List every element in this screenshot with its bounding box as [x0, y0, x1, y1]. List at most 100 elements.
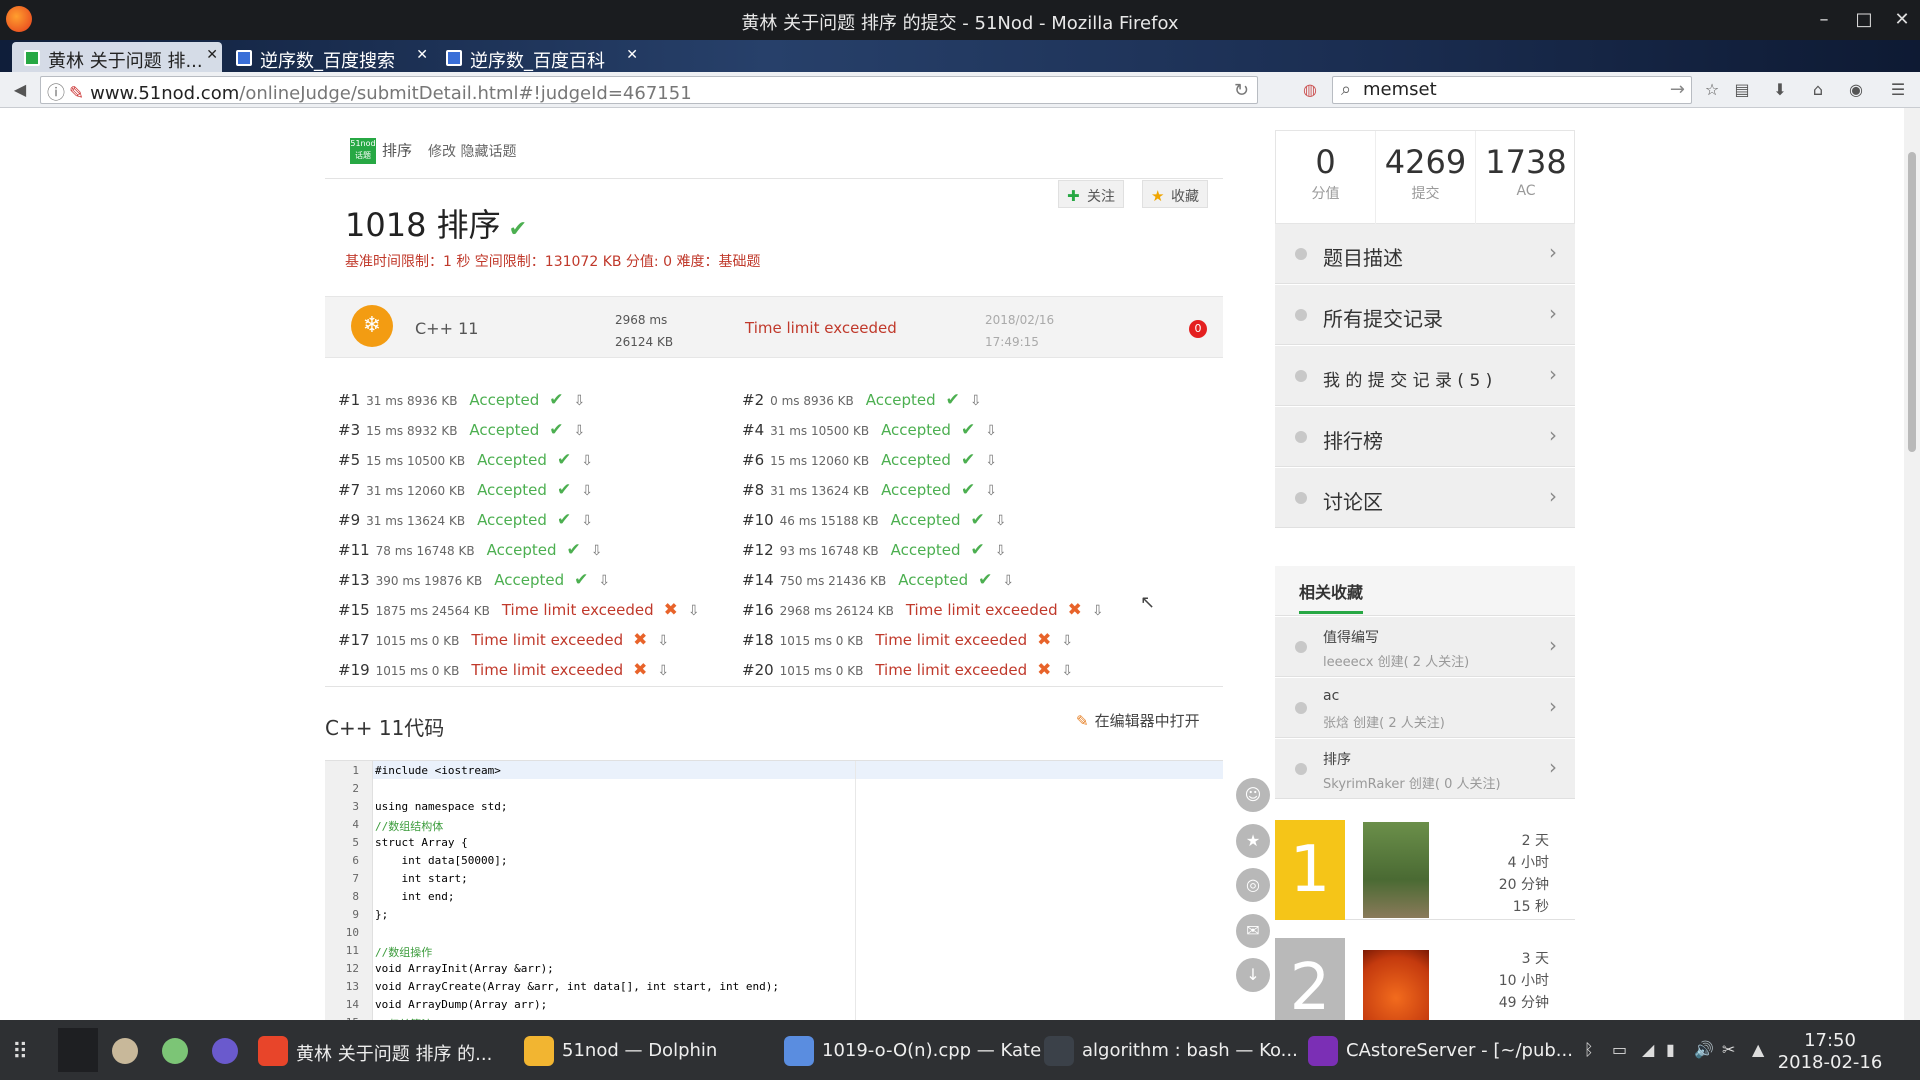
open-in-editor-link[interactable]: ✎ 在编辑器中打开	[1076, 710, 1200, 731]
task-button[interactable]: CAstoreServer - [~/pub...	[1304, 1034, 1573, 1068]
tools-icon[interactable]: ✂	[1722, 1040, 1735, 1059]
download-data-icon[interactable]: ⇩	[1061, 633, 1073, 649]
menu-ranking[interactable]: 排行榜 ›	[1275, 407, 1575, 467]
minimize-icon[interactable]: –	[1812, 8, 1836, 32]
rank-entry[interactable]: 1 2 天4 小时 20 分钟 15 秒	[1275, 820, 1575, 920]
download-data-icon[interactable]: ⇩	[574, 393, 586, 409]
tab-baidu-search[interactable]: 逆序数_百度搜索 ✕	[224, 42, 432, 72]
addon-icon[interactable]: ◍	[1300, 80, 1320, 100]
menu-all-submissions[interactable]: 所有提交记录 ›	[1275, 285, 1575, 345]
info-icon[interactable]: ⓘ	[47, 83, 65, 104]
tab-submission[interactable]: 黄林 关于问题 排... ✕	[12, 42, 222, 72]
comment-icon[interactable]: ✉	[1236, 914, 1270, 948]
download-data-icon[interactable]: ⇩	[985, 453, 997, 469]
clock[interactable]: 17:50 2018-02-16	[1770, 1030, 1890, 1074]
menu-icon[interactable]: ☰	[1888, 80, 1908, 100]
back-icon[interactable]: ◀	[10, 80, 30, 100]
fav-item[interactable]: 值得编写 leeeecx 创建( 2 人关注) ›	[1275, 617, 1575, 677]
follow-button[interactable]: ✚ 关注	[1058, 180, 1124, 208]
download-data-icon[interactable]: ⇩	[995, 543, 1007, 559]
task-button[interactable]: 1019-o-O(n).cpp — Kate	[780, 1034, 1041, 1068]
download-share-icon[interactable]: ↓	[1236, 958, 1270, 992]
chevron-right-icon: ›	[1549, 423, 1557, 447]
search-input[interactable]: ⌕ memset →	[1332, 76, 1692, 104]
testcase-number: #3	[338, 421, 361, 439]
volume-icon[interactable]: 🔊	[1694, 1040, 1714, 1059]
download-data-icon[interactable]: ⇩	[574, 423, 586, 439]
download-data-icon[interactable]: ⇩	[688, 603, 700, 619]
problem-title: 1018 排序 ✔	[345, 206, 528, 244]
task-button[interactable]: algorithm : bash — Ko...	[1040, 1034, 1298, 1068]
testcase-result: Accepted	[881, 451, 951, 469]
edit-icon: ✎	[1076, 712, 1089, 730]
bookmark-star-icon[interactable]: ☆	[1702, 80, 1722, 100]
download-data-icon[interactable]: ⇩	[985, 423, 997, 439]
avatar[interactable]: ❄	[351, 305, 393, 347]
download-data-icon[interactable]: ⇩	[995, 513, 1007, 529]
app-launcher-icon[interactable]: ⠿	[12, 1038, 42, 1068]
scrollbar-thumb[interactable]	[1908, 152, 1916, 452]
favorite-button[interactable]: ★ 收藏	[1142, 180, 1208, 208]
library-icon[interactable]: ▤	[1732, 80, 1752, 100]
quicklaunch-icon[interactable]	[212, 1038, 238, 1064]
pocket-icon[interactable]: ◉	[1846, 80, 1866, 100]
task-button[interactable]: 黄林 关于问题 排序 的...	[254, 1034, 492, 1068]
check-icon: ✔	[960, 420, 976, 440]
code-line: //数组结构体	[375, 820, 444, 833]
close-tab-icon[interactable]: ✕	[416, 47, 428, 63]
download-data-icon[interactable]: ⇩	[1002, 573, 1014, 589]
close-tab-icon[interactable]: ✕	[206, 47, 218, 63]
page-scrollbar[interactable]	[1904, 108, 1920, 1020]
pager[interactable]	[58, 1028, 98, 1072]
line-number: 6	[352, 854, 359, 867]
fav-item[interactable]: ac 张焓 创建( 2 人关注) ›	[1275, 678, 1575, 738]
home-icon[interactable]: ⌂	[1808, 80, 1828, 100]
menu-discussion[interactable]: 讨论区 ›	[1275, 468, 1575, 528]
download-data-icon[interactable]: ⇩	[598, 573, 610, 589]
rank-number: 2	[1275, 938, 1345, 1020]
bullet-icon	[1295, 309, 1307, 321]
tray-expand-icon[interactable]: ▲	[1752, 1040, 1764, 1059]
topic-title[interactable]: 排序	[382, 142, 412, 160]
download-data-icon[interactable]: ⇩	[591, 543, 603, 559]
reload-icon[interactable]: ↻	[1234, 80, 1249, 101]
device-icon[interactable]: ▮	[1666, 1040, 1675, 1059]
rank-entry[interactable]: 2 3 天 10 小时 49 分钟	[1275, 938, 1575, 1020]
download-data-icon[interactable]: ⇩	[657, 663, 669, 679]
search-value: memset	[1363, 79, 1437, 100]
topic-links[interactable]: 修改 隐藏话题	[428, 144, 516, 160]
bluetooth-icon[interactable]: ᛒ	[1584, 1040, 1594, 1059]
notification-badge[interactable]: 0	[1189, 320, 1207, 338]
quicklaunch-icon[interactable]	[162, 1038, 188, 1064]
qzone-share-icon[interactable]: ★	[1236, 824, 1270, 858]
fav-item[interactable]: 排序 SkyrimRaker 创建( 0 人关注) ›	[1275, 739, 1575, 799]
network-icon[interactable]: ◢	[1642, 1040, 1654, 1059]
code-editor[interactable]: 123456789101112131415 #include <iostream…	[325, 760, 1223, 1020]
download-data-icon[interactable]: ⇩	[1092, 603, 1104, 619]
qq-share-icon[interactable]: ☺	[1236, 778, 1270, 812]
testcase-result: Accepted	[477, 511, 547, 529]
task-button[interactable]: 51nod — Dolphin	[520, 1034, 717, 1068]
download-data-icon[interactable]: ⇩	[985, 483, 997, 499]
quicklaunch-icon[interactable]	[112, 1038, 138, 1064]
download-data-icon[interactable]: ⇩	[657, 633, 669, 649]
maximize-icon[interactable]: □	[1852, 8, 1876, 32]
search-go-icon[interactable]: →	[1670, 79, 1685, 100]
menu-problem-description[interactable]: 题目描述 ›	[1275, 224, 1575, 284]
tab-baidu-baike[interactable]: 逆序数_百度百科 ✕	[434, 42, 642, 72]
download-data-icon[interactable]: ⇩	[581, 513, 593, 529]
download-data-icon[interactable]: ⇩	[581, 453, 593, 469]
close-icon[interactable]: ✕	[1890, 8, 1914, 32]
menu-my-submissions[interactable]: 我 的 提 交 记 录 ( 5 ) ›	[1275, 346, 1575, 406]
testcase-row: #10 46 ms 15188 KB Accepted ✔ ⇩	[742, 510, 1006, 534]
close-tab-icon[interactable]: ✕	[626, 47, 638, 63]
check-icon: ✔	[970, 510, 985, 530]
download-icon[interactable]: ⬇	[1770, 80, 1790, 100]
battery-icon[interactable]: ▭	[1612, 1040, 1627, 1059]
wechat-share-icon[interactable]: ◎	[1236, 868, 1270, 902]
download-data-icon[interactable]: ⇩	[1061, 663, 1073, 679]
download-data-icon[interactable]: ⇩	[970, 393, 982, 409]
download-data-icon[interactable]: ⇩	[581, 483, 593, 499]
testcase-row: #2 0 ms 8936 KB Accepted ✔ ⇩	[742, 390, 982, 414]
url-bar[interactable]: ⓘ ✎ www.51nod.com/onlineJudge/submitDetail…	[40, 76, 1258, 104]
